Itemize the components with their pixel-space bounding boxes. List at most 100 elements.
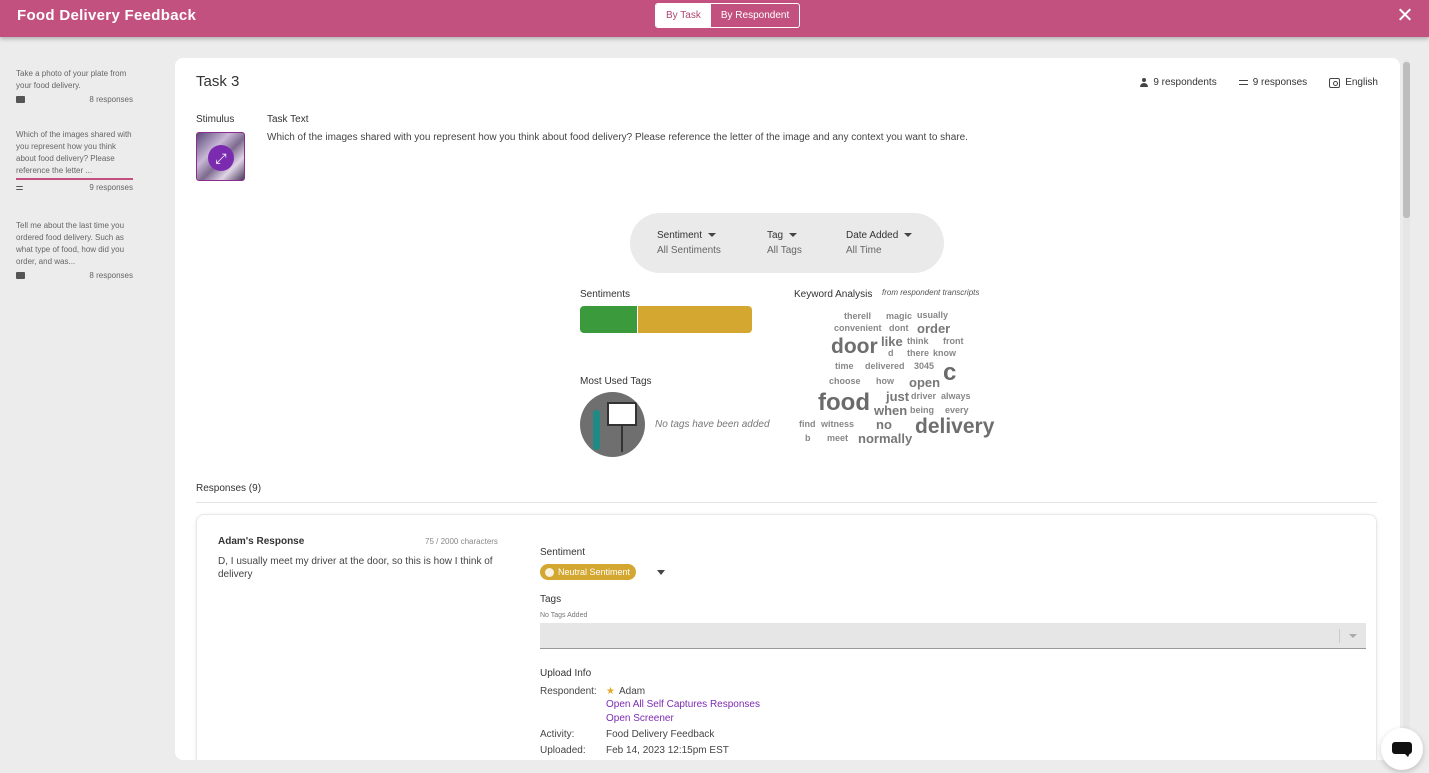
- keyword-delivery[interactable]: delivery: [915, 415, 994, 439]
- keyword-being[interactable]: being: [910, 405, 934, 415]
- language-icon: [1329, 77, 1341, 88]
- camera-icon: [16, 96, 25, 103]
- sidebar-item-task-3[interactable]: Which of the images shared with you repr…: [16, 129, 133, 192]
- keyword-find[interactable]: find: [799, 419, 816, 429]
- keyword-know[interactable]: know: [933, 348, 956, 358]
- keyword-food[interactable]: food: [818, 389, 870, 417]
- chevron-down-icon[interactable]: [1349, 634, 1357, 638]
- caret-down-icon[interactable]: [657, 570, 665, 575]
- divider: [1339, 629, 1340, 643]
- filter-label: Date Added: [846, 230, 899, 241]
- filter-date-added[interactable]: Date Added All Time: [846, 230, 913, 256]
- neutral-face-icon: [545, 567, 554, 577]
- tags-label: Tags: [540, 594, 562, 605]
- filter-value: All Time: [846, 245, 882, 256]
- keyword-choose[interactable]: choose: [829, 376, 861, 386]
- text-lines-icon: [1238, 80, 1248, 85]
- filter-value: All Tags: [767, 245, 802, 256]
- person-icon: [1140, 78, 1149, 87]
- sidebar-item-question: Take a photo of your plate from your foo…: [16, 69, 127, 90]
- keyword-therell[interactable]: therell: [844, 311, 871, 321]
- sentiments-label: Sentiments: [580, 289, 631, 300]
- uploaded-key: Uploaded:: [540, 745, 586, 756]
- upload-info-label: Upload Info: [540, 668, 592, 679]
- keyword-witness[interactable]: witness: [821, 419, 854, 429]
- open-self-captures-link[interactable]: Open All Self Captures Responses: [606, 699, 760, 710]
- scrollbar-thumb[interactable]: [1403, 62, 1410, 218]
- sidebar-item-responses: 8 responses: [89, 95, 133, 104]
- sentiment-segment-positive: [580, 306, 637, 333]
- filter-tag[interactable]: Tag All Tags: [767, 230, 802, 256]
- text-lines-icon: [16, 185, 23, 190]
- respondents-count: 9 respondents: [1153, 77, 1217, 88]
- keyword-every[interactable]: every: [945, 405, 969, 415]
- keyword-c[interactable]: c: [943, 359, 956, 387]
- top-bar: Food Delivery Feedback By Task By Respon…: [0, 0, 1429, 37]
- sidebar-item-responses: 9 responses: [89, 183, 133, 192]
- filter-label: Sentiment: [657, 230, 703, 241]
- caret-down-icon: [904, 233, 913, 238]
- sidebar-item-task-1[interactable]: Take a photo of your plate from your foo…: [16, 68, 133, 104]
- language-label: English: [1345, 77, 1378, 88]
- keyword-magic[interactable]: magic: [886, 311, 912, 321]
- keyword-delivered[interactable]: delivered: [865, 361, 905, 371]
- filter-label: Tag: [767, 230, 784, 241]
- no-tags-added: No Tags Added: [540, 612, 588, 619]
- keyword-analysis-sublabel: from respondent transcripts: [882, 288, 980, 297]
- keyword-driver[interactable]: driver: [911, 391, 936, 401]
- filter-value: All Sentiments: [657, 245, 721, 256]
- chat-button[interactable]: [1381, 728, 1423, 770]
- filter-sentiment[interactable]: Sentiment All Sentiments: [657, 230, 721, 256]
- keyword-meet[interactable]: meet: [827, 433, 848, 443]
- toggle-by-respondent[interactable]: By Respondent: [711, 4, 799, 27]
- keyword-open[interactable]: open: [909, 375, 940, 390]
- task-panel: Task 3 9 respondents 9 responses English…: [175, 58, 1400, 760]
- keyword-door[interactable]: door: [831, 335, 878, 359]
- activity-row: Activity: Food Delivery Feedback: [540, 729, 714, 740]
- sidebar-item-task-4[interactable]: Tell me about the last time you ordered …: [16, 220, 133, 280]
- keyword-order[interactable]: order: [917, 321, 950, 336]
- sentiment-segment-neutral: [636, 306, 752, 333]
- keyword-usually[interactable]: usually: [917, 310, 948, 320]
- most-used-tags-label: Most Used Tags: [580, 376, 652, 387]
- close-icon[interactable]: [1397, 7, 1413, 23]
- keyword-d[interactable]: d: [888, 348, 894, 358]
- keyword-when[interactable]: when: [874, 403, 907, 418]
- toggle-by-task[interactable]: By Task: [656, 4, 711, 27]
- keyword-analysis-label: Keyword Analysis: [794, 289, 873, 300]
- scrollbar[interactable]: [1403, 60, 1410, 760]
- respondent-key: Respondent:: [540, 686, 597, 697]
- sentiment-label: Sentiment: [540, 547, 586, 558]
- keyword-dont[interactable]: dont: [889, 323, 909, 333]
- caret-down-icon: [789, 233, 798, 238]
- task-stats: 9 respondents 9 responses English: [1140, 77, 1378, 88]
- stimulus-label: Stimulus: [196, 114, 235, 125]
- open-screener-link[interactable]: Open Screener: [606, 713, 674, 724]
- view-toggle: By Task By Respondent: [655, 3, 801, 28]
- activity-value: Food Delivery Feedback: [606, 729, 715, 740]
- keyword-always[interactable]: always: [941, 391, 971, 401]
- tags-input[interactable]: [540, 623, 1366, 649]
- keyword-b[interactable]: b: [805, 433, 811, 443]
- keyword-convenient[interactable]: convenient: [834, 323, 882, 333]
- stimulus-thumbnail[interactable]: ⤢: [196, 132, 245, 181]
- language-selector[interactable]: English: [1329, 77, 1378, 88]
- keyword-think[interactable]: think: [907, 336, 929, 346]
- task-title: Task 3: [196, 73, 240, 90]
- keyword-how[interactable]: how: [876, 376, 894, 386]
- keyword-like[interactable]: like: [881, 334, 903, 349]
- keyword-no[interactable]: no: [876, 417, 892, 432]
- sidebar-item-responses: 8 responses: [89, 271, 133, 280]
- page-title: Food Delivery Feedback: [17, 7, 197, 24]
- expand-icon[interactable]: ⤢: [208, 145, 234, 171]
- character-count: 75 / 2000 characters: [425, 537, 498, 546]
- keyword-time[interactable]: time: [835, 361, 854, 371]
- sentiment-badge[interactable]: Neutral Sentiment: [540, 564, 637, 580]
- task-text: Which of the images shared with you repr…: [267, 132, 968, 143]
- keyword-there[interactable]: there: [907, 348, 929, 358]
- keyword-front[interactable]: front: [943, 336, 964, 346]
- keyword-3045[interactable]: 3045: [914, 361, 934, 371]
- keyword-just[interactable]: just: [886, 389, 909, 404]
- response-author: Adam's Response: [218, 536, 305, 547]
- keyword-normally[interactable]: normally: [858, 431, 912, 446]
